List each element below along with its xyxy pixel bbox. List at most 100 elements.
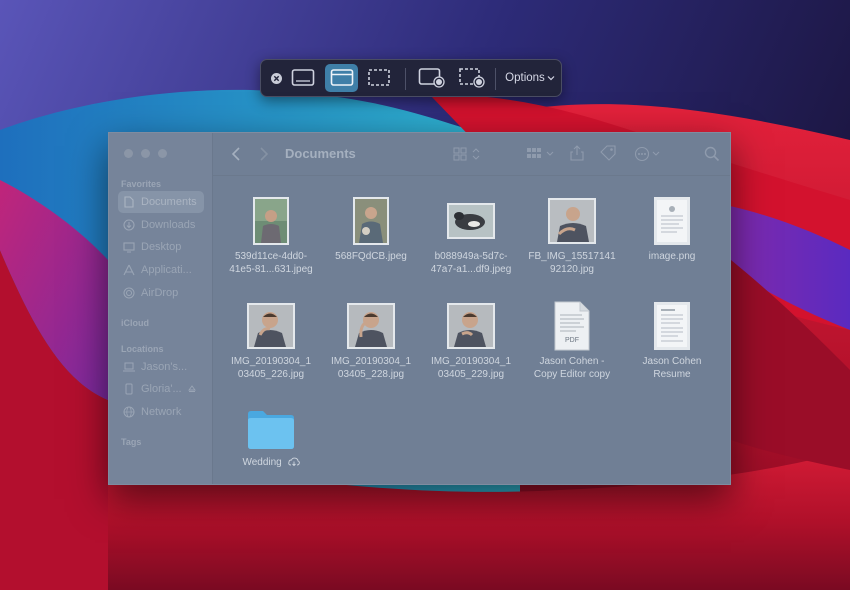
- laptop-icon: [123, 361, 135, 373]
- icloud-header: iCloud: [121, 318, 149, 328]
- file-name-line: IMG_20190304_1: [430, 356, 512, 367]
- tags-header: Tags: [121, 437, 142, 447]
- file-name: IMG_20190304_1 03405_226.jpg: [221, 355, 321, 381]
- airdrop-icon: [123, 287, 135, 299]
- photo-thumbnail: [253, 197, 289, 245]
- finder-window[interactable]: Favorites Documents Downloads Desktop Ap…: [108, 132, 731, 485]
- locations-header: Locations: [121, 344, 164, 354]
- sidebar-item-desktop[interactable]: Desktop: [118, 236, 204, 258]
- folder-icon: [248, 411, 294, 449]
- cloud-download-icon[interactable]: [287, 457, 300, 467]
- photo-thumbnail: [347, 303, 395, 349]
- sidebar: Favorites Documents Downloads Desktop Ap…: [109, 133, 213, 484]
- options-menu-button[interactable]: Options: [503, 64, 557, 92]
- capture-entire-screen-button[interactable]: [287, 64, 319, 92]
- file-item[interactable]: IMG_20190304_1 03405_229.jpg: [421, 301, 521, 381]
- download-icon: [123, 219, 135, 231]
- sidebar-item-glorias-phone[interactable]: Gloria'...: [118, 378, 204, 400]
- file-name-line: IMG_20190304_1: [330, 356, 412, 367]
- applications-icon: [123, 264, 135, 276]
- selection-icon: [368, 69, 390, 86]
- file-grid: 539d11ce-4dd0- 41e5-81...631.jpeg 568FQd…: [213, 176, 730, 484]
- photo-thumbnail: [447, 303, 495, 349]
- entire-screen-icon: [291, 69, 315, 86]
- close-icon: [270, 72, 282, 84]
- more-actions-icon[interactable]: [634, 146, 662, 162]
- forward-arrow-icon[interactable]: [259, 147, 269, 161]
- capture-selected-portion-button[interactable]: [363, 64, 395, 92]
- sidebar-item-applications[interactable]: Applicati...: [118, 259, 204, 281]
- phone-icon: [123, 383, 135, 395]
- options-label: Options: [505, 72, 545, 84]
- sidebar-item-label: Jason's...: [141, 361, 188, 373]
- file-item[interactable]: Jason Cohen Resume: [622, 301, 722, 381]
- file-name-line: Copy Editor copy: [533, 369, 611, 380]
- close-button[interactable]: [268, 64, 284, 92]
- file-item[interactable]: 568FQdCB.jpeg: [321, 196, 421, 263]
- finder-toolbar: Documents: [213, 133, 730, 176]
- window-title: Documents: [285, 146, 356, 161]
- file-name: Jason Cohen - Copy Editor copy: [522, 355, 622, 381]
- file-item[interactable]: IMG_20190304_1 03405_226.jpg: [221, 301, 321, 381]
- file-name: IMG_20190304_1 03405_229.jpg: [421, 355, 521, 381]
- search-icon[interactable]: [704, 146, 720, 162]
- group-by-icon[interactable]: [526, 147, 556, 161]
- sidebar-item-label: Network: [141, 406, 182, 418]
- tag-icon[interactable]: [599, 145, 617, 161]
- sidebar-item-airdrop[interactable]: AirDrop: [118, 282, 204, 304]
- file-name-line: 92120.jpg: [550, 264, 594, 275]
- photo-thumbnail: [447, 203, 495, 239]
- photo-thumbnail: [548, 198, 596, 244]
- file-item[interactable]: FB_IMG_15517141 92120.jpg: [522, 196, 622, 276]
- file-item[interactable]: image.png: [622, 196, 722, 263]
- sidebar-item-jasons-computer[interactable]: Jason's...: [118, 356, 204, 378]
- capture-selected-window-button[interactable]: [325, 64, 358, 92]
- document-thumbnail: [654, 302, 690, 350]
- chevron-down-icon: [547, 76, 555, 81]
- file-item[interactable]: b088949a-5d7c- 47a7-a1...df9.jpeg: [421, 196, 521, 276]
- sidebar-item-label: Desktop: [141, 241, 182, 253]
- file-name: b088949a-5d7c- 47a7-a1...df9.jpeg: [421, 250, 521, 276]
- file-name: image.png: [622, 250, 722, 263]
- close-window-button[interactable]: [124, 149, 133, 158]
- file-name: 568FQdCB.jpeg: [321, 250, 421, 263]
- view-toggle-icon[interactable]: [453, 147, 483, 161]
- file-name: FB_IMG_15517141 92120.jpg: [522, 250, 622, 276]
- sidebar-item-label: Applicati...: [141, 264, 192, 276]
- pdf-badge: PDF: [565, 337, 579, 344]
- eject-icon[interactable]: [187, 385, 196, 393]
- record-selected-portion-button[interactable]: [455, 64, 489, 92]
- favorites-header: Favorites: [121, 179, 162, 189]
- sidebar-item-label: Downloads: [141, 219, 196, 231]
- photo-thumbnail: [353, 197, 389, 245]
- share-icon[interactable]: [570, 145, 584, 161]
- sidebar-item-downloads[interactable]: Downloads: [118, 214, 204, 236]
- file-name-line: Wedding: [242, 457, 282, 468]
- record-entire-screen-button[interactable]: [415, 64, 449, 92]
- file-name-line: b088949a-5d7c-: [434, 251, 508, 262]
- photo-thumbnail: [247, 303, 295, 349]
- file-name: 539d11ce-4dd0- 41e5-81...631.jpeg: [221, 250, 321, 276]
- record-screen-icon: [418, 68, 445, 88]
- network-icon: [123, 406, 135, 418]
- zoom-window-button[interactable]: [158, 149, 167, 158]
- file-item[interactable]: Wedding: [221, 408, 321, 469]
- sidebar-item-documents[interactable]: Documents: [118, 191, 204, 213]
- toolbar-divider: [495, 68, 496, 90]
- file-name-line: 03405_229.jpg: [437, 369, 505, 380]
- file-name-line: Jason Cohen -: [539, 356, 605, 367]
- file-name-line: 03405_228.jpg: [337, 369, 405, 380]
- file-name-line: image.png: [648, 251, 696, 262]
- sidebar-item-network[interactable]: Network: [118, 401, 204, 423]
- file-name: Wedding: [221, 456, 321, 469]
- minimize-window-button[interactable]: [141, 149, 150, 158]
- file-name: Jason Cohen Resume: [622, 355, 722, 381]
- file-item[interactable]: IMG_20190304_1 03405_228.jpg: [321, 301, 421, 381]
- file-item[interactable]: PDF Jason Cohen - Copy Editor copy: [522, 301, 622, 381]
- sidebar-item-label: AirDrop: [141, 287, 179, 299]
- back-arrow-icon[interactable]: [231, 147, 241, 161]
- file-name-line: 47a7-a1...df9.jpeg: [430, 264, 512, 275]
- file-name: IMG_20190304_1 03405_228.jpg: [321, 355, 421, 381]
- sidebar-item-label: Documents: [141, 196, 197, 208]
- file-item[interactable]: 539d11ce-4dd0- 41e5-81...631.jpeg: [221, 196, 321, 276]
